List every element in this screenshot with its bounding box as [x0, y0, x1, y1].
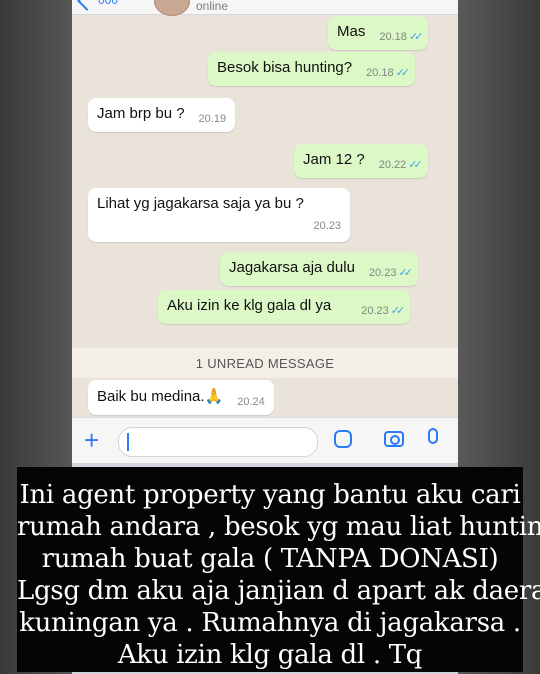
- read-ticks-icon: ✓✓: [408, 31, 424, 43]
- message-text: Baik bu medina.🙏: [97, 388, 224, 405]
- message-bubble-outgoing[interactable]: Jagakarsa aja dulu 20.23 ✓✓: [220, 252, 418, 286]
- message-bubble-outgoing[interactable]: Besok bisa hunting? 20.18 ✓✓: [208, 52, 416, 86]
- microphone-icon[interactable]: [428, 428, 438, 444]
- story-caption: Ini agent property yang bantu aku cari r…: [17, 467, 540, 672]
- plus-icon[interactable]: +: [84, 427, 99, 453]
- message-time: 20.18: [379, 31, 407, 43]
- message-text: Aku izin ke klg gala dl ya: [167, 297, 332, 314]
- caption-line: Ini agent property yang bantu aku cari: [19, 480, 521, 510]
- message-bubble-incoming[interactable]: Baik bu medina.🙏 20.24: [88, 380, 274, 415]
- message-text: Jam 12 ?: [303, 151, 365, 168]
- message-text: Besok bisa hunting?: [217, 59, 353, 76]
- message-bubble-outgoing[interactable]: Jam 12 ? 20.22 ✓✓: [294, 144, 428, 178]
- camera-icon[interactable]: [384, 431, 404, 447]
- message-bubble-outgoing[interactable]: Mas 20.18 ✓✓: [328, 16, 429, 50]
- text-cursor: [127, 433, 129, 451]
- caption-line: Lgsg dm aku aja janjian d apart ak daera…: [17, 576, 540, 606]
- read-ticks-icon: ✓✓: [398, 267, 413, 279]
- message-text: Jam brp bu ?: [97, 105, 185, 122]
- avatar[interactable]: [154, 0, 190, 16]
- unread-divider: 1 UNREAD MESSAGE: [72, 348, 458, 378]
- message-text: Lihat yg jagakarsa saja ya bu ?: [97, 195, 304, 212]
- message-time: 20.22: [378, 159, 407, 171]
- message-time: 20.19: [198, 113, 227, 125]
- caption-line: Aku izin klg gala dl . Tq: [117, 640, 423, 670]
- message-time: 20.23: [368, 267, 397, 279]
- contact-status: online: [196, 0, 229, 13]
- message-time: 20.18: [366, 67, 394, 79]
- message-text: Mas: [337, 23, 366, 40]
- message-text: Jagakarsa aja dulu: [229, 259, 355, 276]
- back-chevron-icon[interactable]: [77, 0, 97, 11]
- caption-line: rumah buat gala ( TANPA DONASI): [41, 544, 499, 574]
- message-composer: +: [72, 417, 458, 464]
- caption-line: rumah andara , besok yg mau liat hunting: [17, 512, 540, 542]
- caption-line: kuningan ya . Rumahnya di jagakarsa .: [19, 608, 521, 638]
- chat-header: 000 online: [72, 0, 458, 16]
- read-ticks-icon: ✓✓: [395, 67, 411, 79]
- message-time: 20.23: [313, 220, 341, 232]
- back-label[interactable]: 000: [98, 0, 118, 7]
- message-input[interactable]: [118, 427, 318, 457]
- message-time: 20.23: [361, 305, 389, 317]
- message-bubble-incoming[interactable]: Jam brp bu ? 20.19: [88, 98, 236, 132]
- read-ticks-icon: ✓✓: [390, 305, 406, 317]
- message-bubble-outgoing[interactable]: Aku izin ke klg gala dl ya 20.23 ✓✓: [158, 290, 411, 324]
- message-bubble-incoming[interactable]: Lihat yg jagakarsa saja ya bu ? 20.23: [88, 188, 350, 242]
- message-time: 20.24: [237, 396, 265, 408]
- sticker-icon[interactable]: [334, 430, 352, 448]
- read-ticks-icon: ✓✓: [408, 159, 423, 171]
